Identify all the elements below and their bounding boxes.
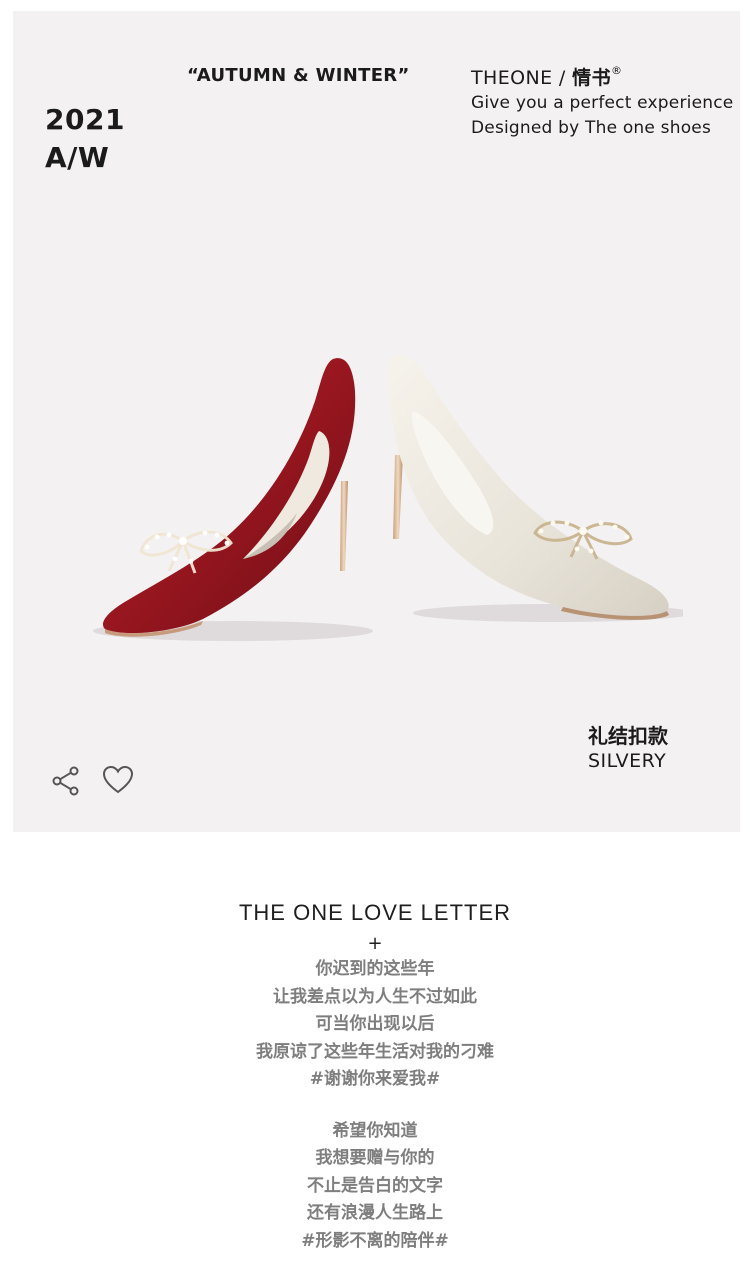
brand-name-cn: 情书 [572, 67, 611, 89]
registered-mark: ® [610, 64, 623, 77]
section-title: THE ONE LOVE LETTER [238, 900, 512, 925]
season-tag: “AUTUMN & WINTER” [187, 65, 410, 86]
poem-line: 你迟到的这些年 [315, 959, 435, 979]
poem-line: 可当你出现以后 [315, 1014, 435, 1034]
hero-banner: 2021 A/W “AUTUMN & WINTER” THEONE / 情书® … [13, 11, 740, 832]
brand-tagline-1: Give you a perfect experience [471, 93, 734, 113]
poem-line: 让我差点以为人生不过如此 [273, 986, 477, 1007]
season-year-block: 2021 A/W [45, 101, 125, 177]
plus-divider: + [367, 933, 383, 954]
season-code-text: A/W [45, 141, 110, 174]
poem-line: 我原谅了这些年生活对我的刁难 [256, 1041, 494, 1062]
brand-name: THEONE [471, 67, 553, 89]
poem: 你迟到的这些年 让我差点以为人生不过如此 可当你出现以后 我原谅了这些年生活对我… [0, 956, 750, 1255]
product-color-en: SILVERY [588, 750, 667, 772]
like-button[interactable] [101, 763, 135, 797]
product-name-cn: 礼结扣款 [588, 724, 668, 748]
stanza-gap [0, 1094, 750, 1118]
poem-line: 还有浪漫人生路上 [307, 1203, 443, 1223]
love-letter-section: THE ONE LOVE LETTER + 你迟到的这些年 让我差点以为人生不过… [0, 900, 750, 1255]
share-button[interactable] [49, 763, 83, 797]
poem-line: 我想要赠与你的 [315, 1148, 435, 1168]
brand-name-line: THEONE / 情书® [471, 63, 733, 90]
poem-line: 不止是告白的文字 [307, 1175, 443, 1196]
brand-separator: / [552, 67, 573, 89]
poem-line: 希望你知道 [332, 1120, 418, 1141]
poem-hashtag: #形影不离的陪伴# [301, 1230, 449, 1251]
share-icon [52, 766, 79, 796]
brand-block: THEONE / 情书® Give you a perfect experien… [471, 63, 733, 140]
heart-icon [102, 765, 134, 794]
brand-tagline-2: Designed by The one shoes [471, 118, 712, 138]
product-image-shoes [93, 354, 683, 641]
product-label: 礼结扣款 SILVERY [588, 723, 668, 773]
poem-hashtag: #谢谢你来爱我# [309, 1069, 441, 1089]
year-text: 2021 [45, 103, 125, 136]
